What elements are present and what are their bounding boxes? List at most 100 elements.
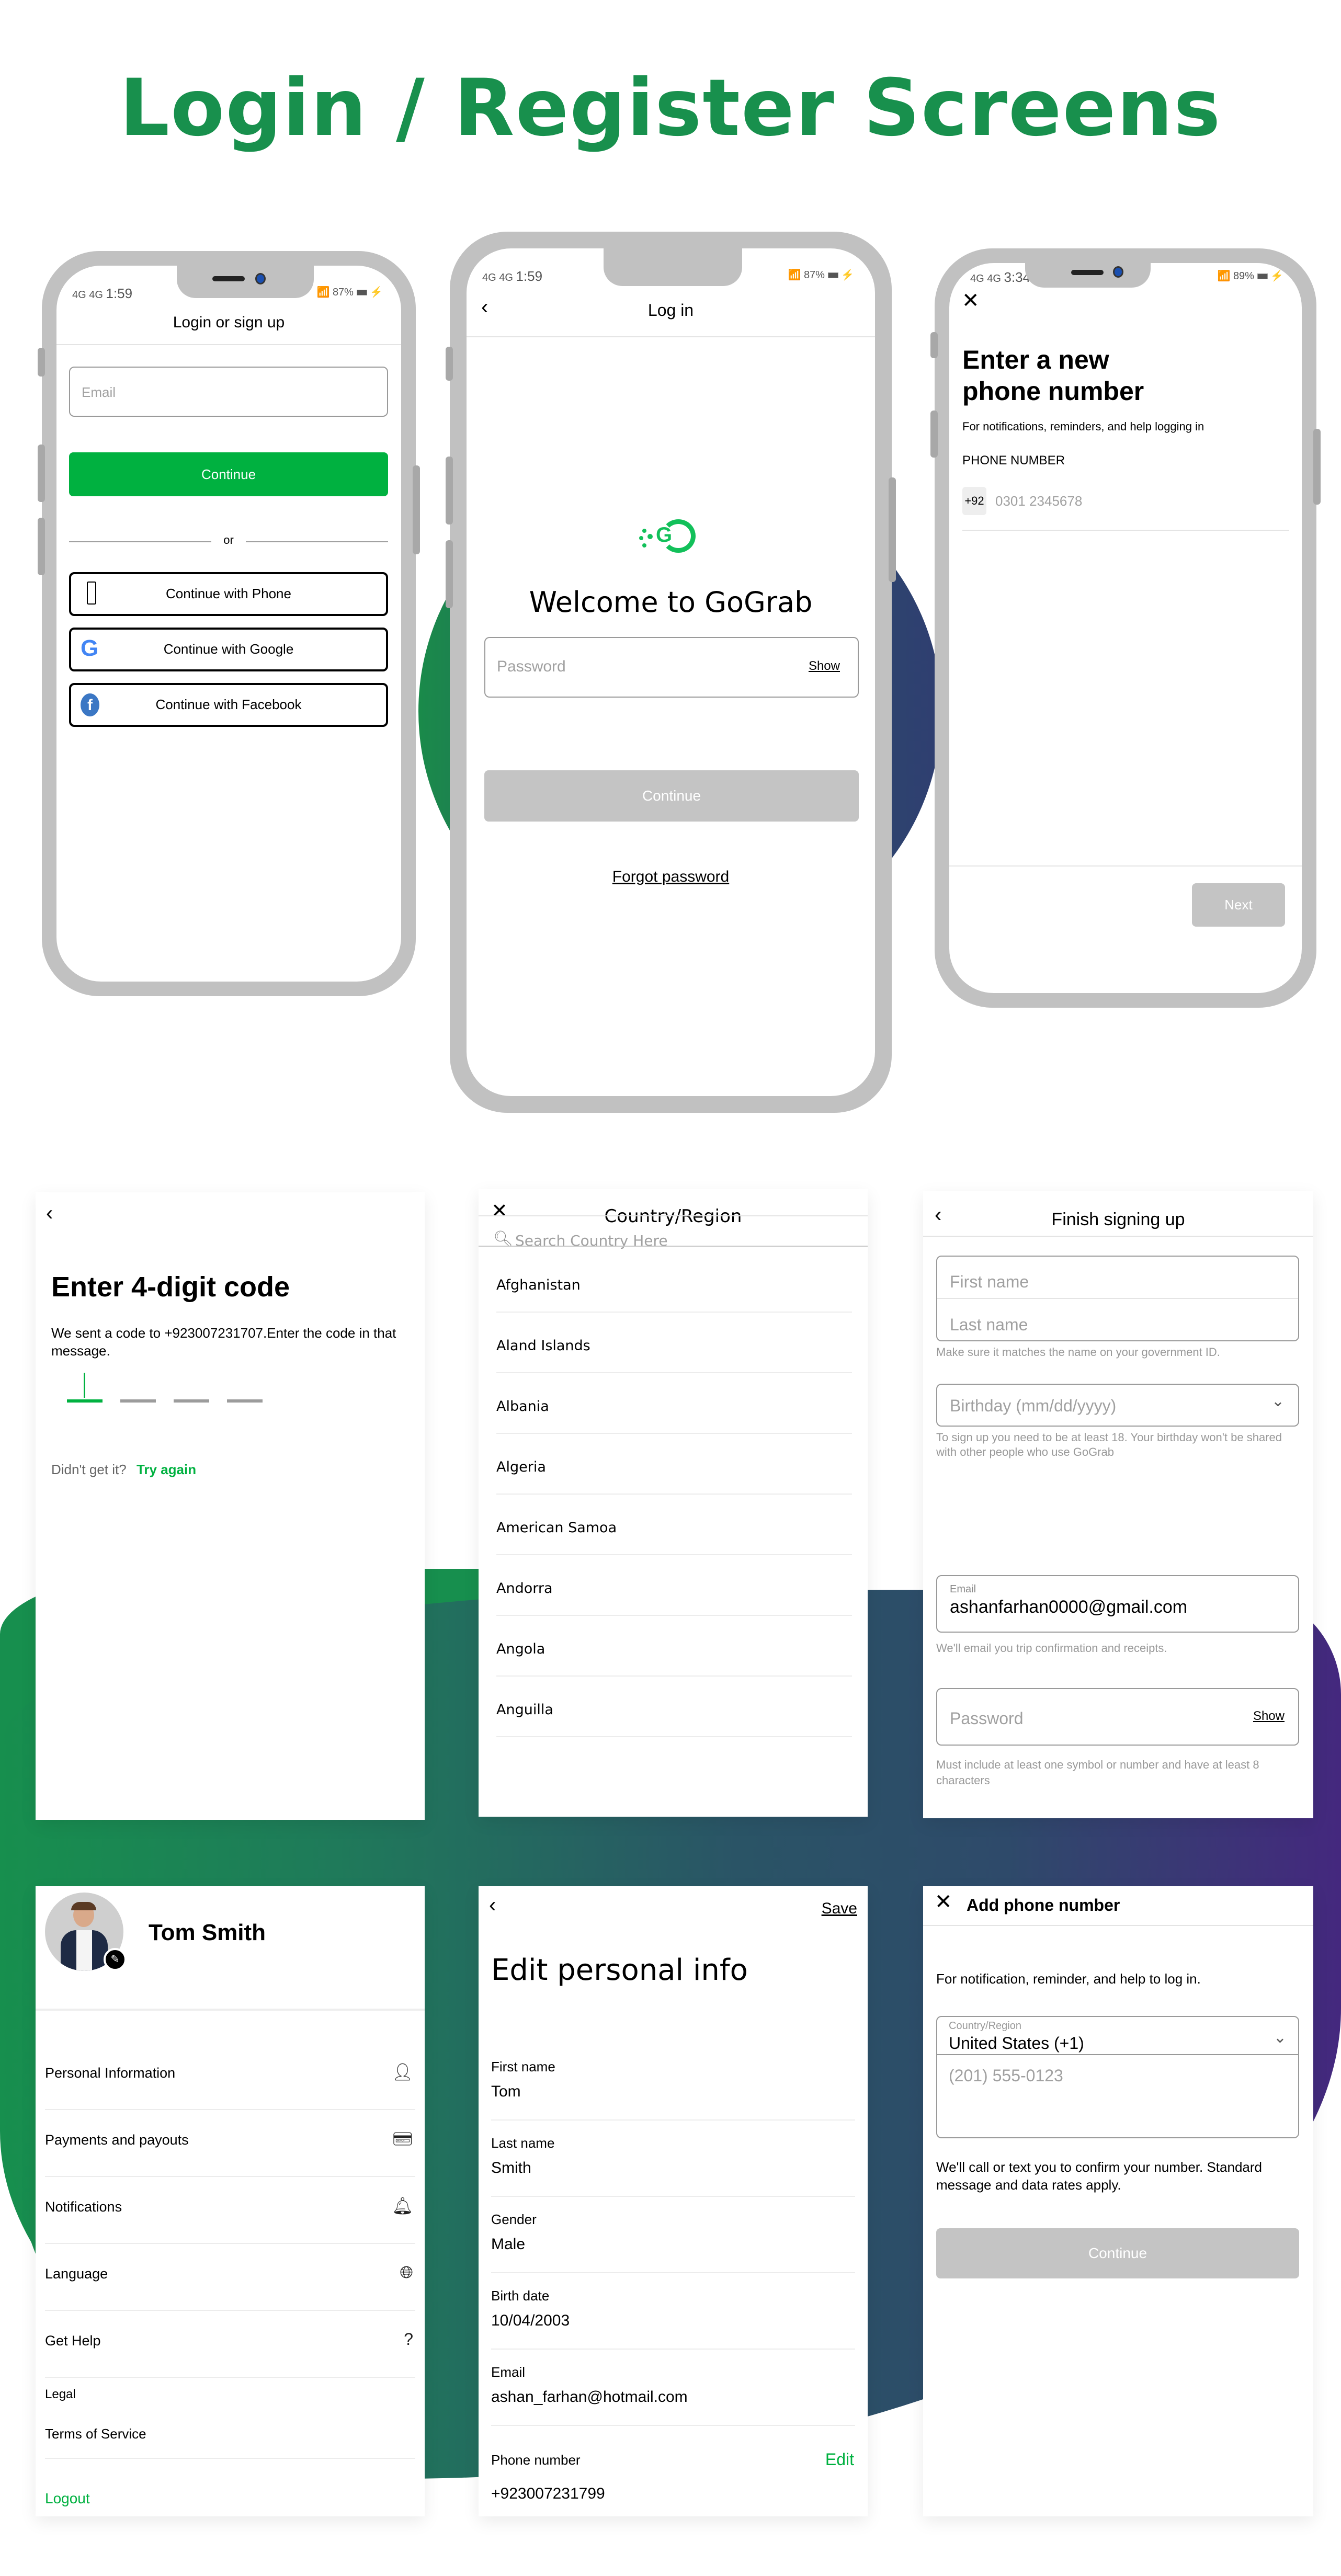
- profile-menu-item[interactable]: Payments and payouts 💳︎: [36, 2110, 425, 2177]
- text-cursor: [84, 1373, 85, 1398]
- logout-button[interactable]: Logout: [45, 2490, 90, 2507]
- country-list-item[interactable]: American Samoa: [479, 1495, 868, 1555]
- country-list-item[interactable]: Anguilla: [479, 1677, 868, 1737]
- continue-button[interactable]: Continue: [484, 770, 859, 822]
- info-field[interactable]: Birth date 10/04/2003: [479, 2288, 868, 2364]
- continue-button[interactable]: Continue: [69, 452, 388, 496]
- code-digit-slot[interactable]: [67, 1399, 103, 1403]
- try-again-link[interactable]: Try again: [137, 1462, 196, 1477]
- field-value: Male: [491, 2236, 526, 2253]
- country-list-item[interactable]: Angola: [479, 1616, 868, 1677]
- country-list-item[interactable]: Algeria: [479, 1434, 868, 1495]
- email-hint: We'll email you trip confirmation and re…: [936, 1642, 1167, 1655]
- button-label: Continue with Facebook: [155, 697, 302, 712]
- divider: [479, 1215, 868, 1216]
- password-placeholder: Password: [950, 1709, 1024, 1728]
- email-field[interactable]: Email ashanfarhan0000@gmail.com: [936, 1575, 1299, 1633]
- phone-number-label: Phone number: [491, 2452, 581, 2468]
- divider: [45, 2458, 415, 2459]
- divider: [491, 2425, 855, 2426]
- country-list-item[interactable]: Andorra: [479, 1555, 868, 1616]
- profile-menu-item[interactable]: Notifications 🔔︎: [36, 2177, 425, 2244]
- button-label: Continue with Phone: [166, 586, 291, 601]
- divider: [923, 1925, 1313, 1926]
- code-digit-slot[interactable]: [227, 1399, 263, 1403]
- bell-icon: 🔔︎: [392, 2196, 413, 2215]
- divider-right: [246, 541, 388, 542]
- first-name-input[interactable]: First name: [950, 1272, 1029, 1292]
- info-field[interactable]: Last name Smith: [479, 2135, 868, 2212]
- close-icon[interactable]: ✕: [962, 290, 980, 311]
- profile-menu-item[interactable]: Get Help?: [36, 2311, 425, 2378]
- continue-with-google-button[interactable]: G Continue with Google: [69, 628, 388, 671]
- globe-icon: 🌐︎: [400, 2263, 413, 2282]
- gograb-logo-icon: G: [639, 517, 702, 575]
- phone-number-input[interactable]: (201) 555-0123: [949, 2066, 1063, 2085]
- country-list-item[interactable]: Afghanistan: [479, 1252, 868, 1313]
- country-list-item[interactable]: Aland Islands: [479, 1313, 868, 1373]
- phone-side-button: [38, 348, 45, 377]
- next-button[interactable]: Next: [1192, 883, 1285, 927]
- email-field[interactable]: Email: [69, 367, 388, 417]
- back-icon[interactable]: ‹: [46, 1203, 53, 1224]
- info-field[interactable]: Gender Male: [479, 2212, 868, 2288]
- forgot-password-link[interactable]: Forgot password: [467, 868, 875, 886]
- terms-of-service-link[interactable]: Terms of Service: [45, 2426, 146, 2442]
- continue-with-facebook-button[interactable]: f Continue with Facebook: [69, 683, 388, 727]
- screen-title: Log in: [647, 301, 694, 320]
- email-placeholder: Email: [82, 384, 116, 400]
- country-name: Aland Islands: [496, 1338, 590, 1354]
- birthday-field[interactable]: Birthday (mm/dd/yyyy) ⌄: [936, 1384, 1299, 1427]
- phone-side-button: [446, 347, 453, 381]
- show-password-toggle[interactable]: Show: [1253, 1709, 1285, 1724]
- phone-number-input[interactable]: 0301 2345678: [995, 493, 1082, 509]
- phone-side-button: [930, 332, 938, 358]
- divider: [496, 1736, 852, 1737]
- help-icon: ?: [404, 2330, 413, 2349]
- show-password-toggle[interactable]: Show: [809, 659, 840, 674]
- screen-subtitle: For notifications, reminders, and help l…: [962, 420, 1204, 433]
- continue-with-phone-button[interactable]: Continue with Phone: [69, 572, 388, 616]
- profile-menu-item[interactable]: Personal Information 👤︎: [36, 2043, 425, 2110]
- password-field[interactable]: Password Show: [484, 637, 859, 698]
- password-field[interactable]: Password Show: [936, 1688, 1299, 1746]
- country-name: Anguilla: [496, 1702, 553, 1718]
- divider: [491, 2196, 855, 2197]
- screen-title: Finish signing up: [1051, 1210, 1185, 1229]
- notch: [1025, 263, 1151, 288]
- phone-side-button: [1313, 429, 1321, 505]
- divider: [36, 2009, 425, 2011]
- info-field[interactable]: First name Tom: [479, 2059, 868, 2135]
- field-label: First name: [491, 2059, 555, 2075]
- search-input[interactable]: Search Country Here: [515, 1232, 850, 1249]
- edit-avatar-icon[interactable]: ✎: [104, 1948, 127, 1971]
- save-button[interactable]: Save: [822, 1900, 857, 1918]
- phone-log-in: 4G 4G 1:59 📶 87% ⚡ ‹ Log in G Welcome to…: [446, 232, 896, 1113]
- info-field[interactable]: Email ashan_farhan@hotmail.com: [479, 2364, 868, 2441]
- user-icon: 👤︎: [392, 2062, 413, 2081]
- welcome-heading: Welcome to GoGrab: [529, 586, 813, 619]
- country-list-item[interactable]: Albania: [479, 1373, 868, 1434]
- profile-menu-item[interactable]: Language 🌐︎: [36, 2244, 425, 2311]
- code-digit-slot[interactable]: [120, 1399, 156, 1403]
- back-icon[interactable]: ‹: [489, 1895, 496, 1916]
- password-placeholder: Password: [497, 658, 566, 675]
- code-digit-slot[interactable]: [174, 1399, 209, 1403]
- card-profile: ✎ Tom Smith Personal Information 👤︎ Paymen…: [36, 1886, 425, 2516]
- country-code-button[interactable]: +92: [962, 487, 986, 515]
- screen-heading: Enter a new phone number: [962, 345, 1144, 406]
- status-bar-right: 📶 87% ⚡: [788, 269, 854, 281]
- confirm-notice: We'll call or text you to confirm your n…: [936, 2159, 1262, 2193]
- close-icon[interactable]: ✕: [935, 1891, 952, 1912]
- country-name: Angola: [496, 1641, 546, 1657]
- continue-button[interactable]: Continue: [936, 2228, 1299, 2278]
- name-field-group: First name Last name: [936, 1256, 1299, 1341]
- divider: [45, 2377, 415, 2378]
- country-select[interactable]: Country/Region United States (+1) ⌄: [937, 2017, 1298, 2055]
- notch: [177, 266, 314, 298]
- last-name-input[interactable]: Last name: [950, 1315, 1028, 1335]
- edit-phone-link[interactable]: Edit: [825, 2450, 854, 2469]
- divider: [56, 344, 401, 345]
- profile-name: Tom Smith: [149, 1920, 266, 1945]
- menu-item-label: Get Help: [45, 2333, 101, 2349]
